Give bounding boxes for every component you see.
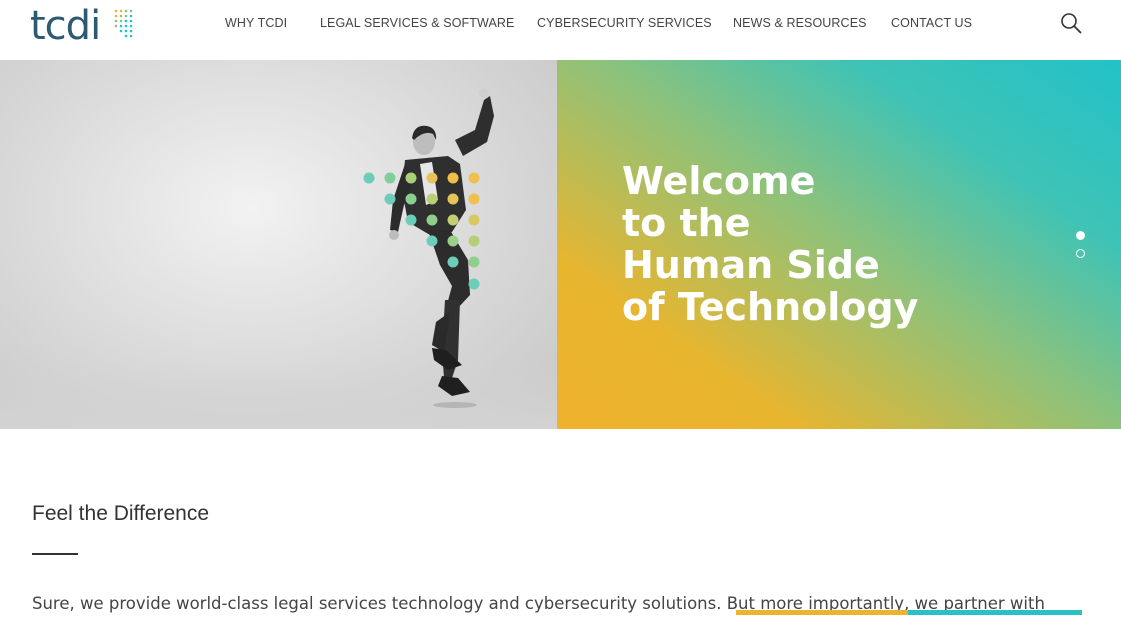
hero-title-line: to the [622, 201, 751, 245]
hero-title: Welcome to the Human Side of Technology [622, 160, 1042, 328]
nav-item-cybersecurity[interactable]: CYBERSECURITY SERVICES [537, 16, 712, 30]
hero-slider: Welcome to the Human Side of Technology [0, 60, 1121, 429]
nav-item-news-resources[interactable]: NEWS & RESOURCES [733, 16, 867, 30]
logo-dots-icon [114, 9, 133, 38]
popup-stripe-yellow [736, 610, 908, 615]
hero-title-line: of Technology [622, 285, 919, 329]
tcdi-logo[interactable]: tcdi [30, 3, 133, 49]
slider-dot-2[interactable] [1076, 249, 1085, 258]
nav-item-legal-services[interactable]: LEGAL SERVICES & SOFTWARE [320, 16, 514, 30]
popup-stripe-teal [908, 610, 1082, 615]
slider-dot-1[interactable] [1076, 231, 1085, 240]
hero-title-line: Human Side [622, 243, 880, 287]
bottom-popup-edge [736, 610, 1082, 624]
nav-item-why-tcdi[interactable]: WHY TCDI [225, 16, 287, 30]
section-divider [32, 553, 78, 555]
nav-item-contact[interactable]: CONTACT US [891, 16, 972, 30]
hero-title-line: Welcome [622, 159, 816, 203]
site-header: tcdi WHY TCDI LEGAL SERVICES & SOFTWARE … [0, 0, 1121, 60]
decorative-dots-overlay [363, 172, 480, 290]
hero-photo [0, 60, 557, 429]
logo-wordmark: tcdi [30, 3, 101, 49]
search-icon[interactable] [1060, 12, 1082, 34]
section-heading: Feel the Difference [32, 502, 210, 525]
